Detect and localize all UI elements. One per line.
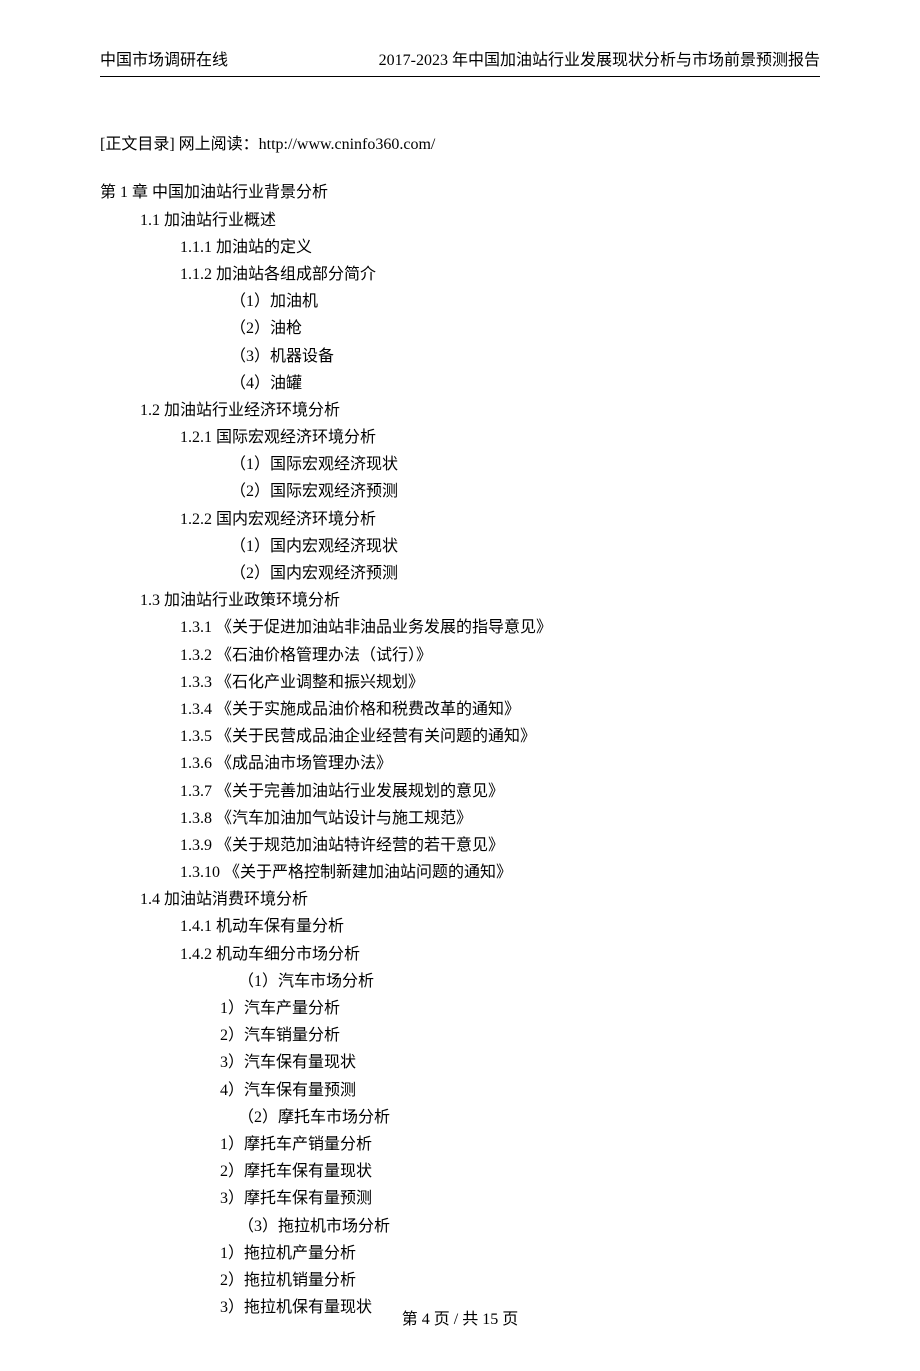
toc: 第 1 章 中国加油站行业背景分析1.1 加油站行业概述1.1.1 加油站的定义… xyxy=(100,179,820,1321)
toc-entry: 1）摩托车产销量分析 xyxy=(220,1131,820,1158)
toc-entry: 2）汽车销量分析 xyxy=(220,1022,820,1049)
page-header: 中国市场调研在线 2017-2023 年中国加油站行业发展现状分析与市场前景预测… xyxy=(100,50,820,76)
page-footer: 第 4 页 / 共 15 页 xyxy=(0,1305,920,1329)
toc-entry: 1.1 加油站行业概述 xyxy=(140,207,820,234)
toc-entry: 4）汽车保有量预测 xyxy=(220,1077,820,1104)
toc-entry: （1）加油机 xyxy=(230,288,820,315)
toc-entry: 1.3.5 《关于民营成品油企业经营有关问题的通知》 xyxy=(180,723,820,750)
toc-entry: （2）国内宏观经济预测 xyxy=(230,560,820,587)
toc-entry: 1.3.4 《关于实施成品油价格和税费改革的通知》 xyxy=(180,696,820,723)
toc-entry: 第 1 章 中国加油站行业背景分析 xyxy=(100,179,820,206)
toc-entry: （3）拖拉机市场分析 xyxy=(238,1213,820,1240)
toc-entry: （2）摩托车市场分析 xyxy=(238,1104,820,1131)
toc-entry: 1.3.10 《关于严格控制新建加油站问题的通知》 xyxy=(180,859,820,886)
toc-entry: 2）摩托车保有量现状 xyxy=(220,1158,820,1185)
header-rule xyxy=(100,76,820,77)
toc-entry: 1.3.2 《石油价格管理办法（试行）》 xyxy=(180,642,820,669)
toc-entry: 2）拖拉机销量分析 xyxy=(220,1267,820,1294)
toc-entry: （3）机器设备 xyxy=(230,343,820,370)
toc-entry: 1）拖拉机产量分析 xyxy=(220,1240,820,1267)
toc-entry: 1.2.2 国内宏观经济环境分析 xyxy=(180,506,820,533)
toc-entry: 3）汽车保有量现状 xyxy=(220,1049,820,1076)
toc-entry: 1.4.1 机动车保有量分析 xyxy=(180,913,820,940)
header-right: 2017-2023 年中国加油站行业发展现状分析与市场前景预测报告 xyxy=(379,50,820,72)
toc-entry: （1）国内宏观经济现状 xyxy=(230,533,820,560)
toc-entry: 1.3.9 《关于规范加油站特许经营的若干意见》 xyxy=(180,832,820,859)
toc-entry: （1）国际宏观经济现状 xyxy=(230,451,820,478)
toc-entry: 1.1.2 加油站各组成部分简介 xyxy=(180,261,820,288)
toc-entry: 1.3.1 《关于促进加油站非油品业务发展的指导意见》 xyxy=(180,614,820,641)
intro-line: [正文目录] 网上阅读：http://www.cninfo360.com/ xyxy=(100,129,820,161)
toc-entry: 1.1.1 加油站的定义 xyxy=(180,234,820,261)
toc-entry: （2）国际宏观经济预测 xyxy=(230,478,820,505)
toc-entry: （1）汽车市场分析 xyxy=(238,968,820,995)
toc-entry: 1.4.2 机动车细分市场分析 xyxy=(180,941,820,968)
toc-entry: 1.3.7 《关于完善加油站行业发展规划的意见》 xyxy=(180,778,820,805)
toc-entry: 1.3.3 《石化产业调整和振兴规划》 xyxy=(180,669,820,696)
toc-entry: 1.3.8 《汽车加油加气站设计与施工规范》 xyxy=(180,805,820,832)
toc-entry: 1.2 加油站行业经济环境分析 xyxy=(140,397,820,424)
toc-entry: 3）摩托车保有量预测 xyxy=(220,1185,820,1212)
toc-entry: 1.3.6 《成品油市场管理办法》 xyxy=(180,750,820,777)
header-left: 中国市场调研在线 xyxy=(100,50,228,72)
toc-entry: 1.3 加油站行业政策环境分析 xyxy=(140,587,820,614)
toc-entry: （2）油枪 xyxy=(230,315,820,342)
toc-entry: （4）油罐 xyxy=(230,370,820,397)
toc-entry: 1.4 加油站消费环境分析 xyxy=(140,886,820,913)
toc-entry: 1）汽车产量分析 xyxy=(220,995,820,1022)
toc-entry: 1.2.1 国际宏观经济环境分析 xyxy=(180,424,820,451)
document-page: 中国市场调研在线 2017-2023 年中国加油站行业发展现状分析与市场前景预测… xyxy=(0,0,920,1371)
